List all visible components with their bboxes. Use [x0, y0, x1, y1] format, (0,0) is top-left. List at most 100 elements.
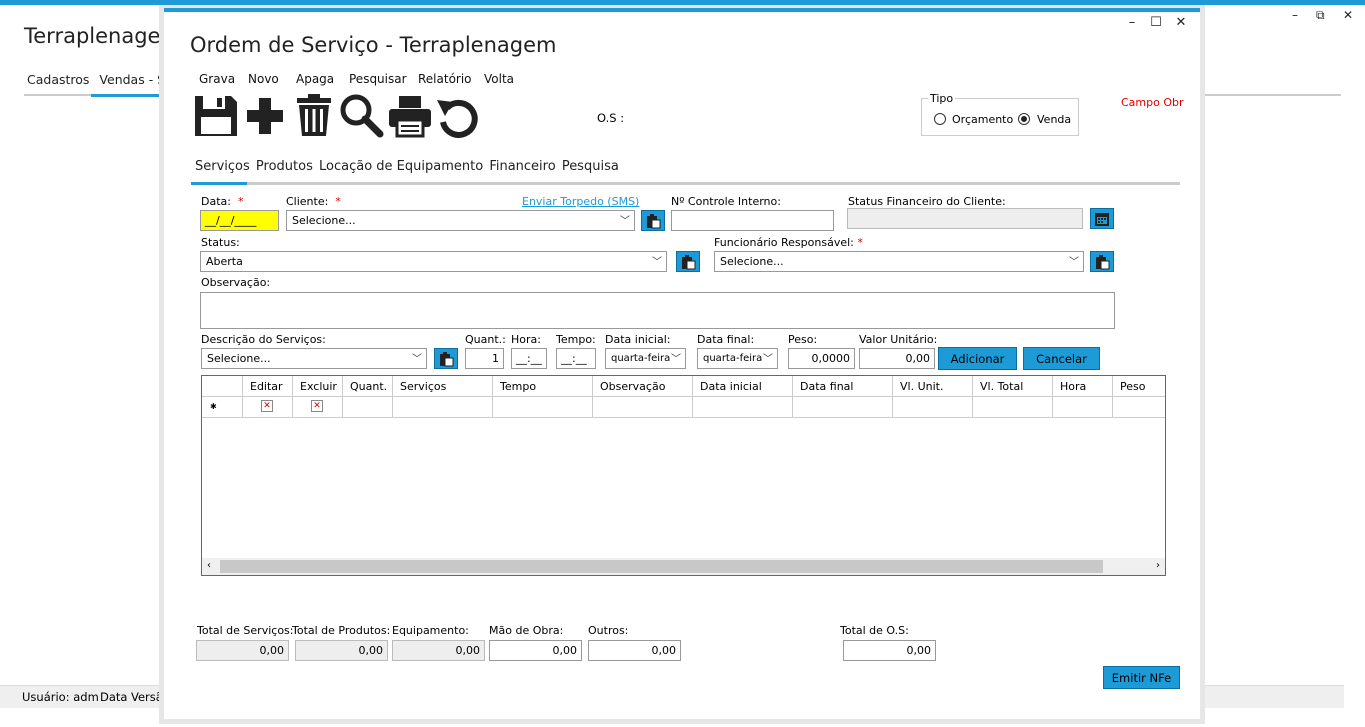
tempo-label: Tempo: [556, 333, 596, 346]
outros-field[interactable]: 0,00 [588, 640, 681, 661]
hora-field[interactable]: __:__ [511, 348, 547, 369]
services-grid[interactable]: Editar Excluir Quant. Serviços Tempo Obs… [201, 375, 1166, 576]
app-menu-cadastros[interactable]: Cadastros [27, 72, 89, 87]
horizontal-scrollbar[interactable]: ‹ › [202, 558, 1165, 575]
scroll-left-icon[interactable]: ‹ [207, 560, 211, 571]
total-produtos-label: Total de Produtos: [292, 624, 391, 637]
observacao-field[interactable] [200, 292, 1115, 329]
undo-icon[interactable] [435, 92, 481, 138]
descricao-select[interactable]: Selecione... ﹀ [201, 348, 427, 369]
dialog-title: Ordem de Serviço - Terraplenagem [190, 33, 557, 57]
grid-header-quant[interactable]: Quant. [343, 376, 393, 397]
grid-cell[interactable] [793, 397, 893, 418]
equipamento-label: Equipamento: [392, 624, 469, 637]
grid-cell[interactable] [593, 397, 693, 418]
grid-header-peso[interactable]: Peso [1113, 376, 1165, 397]
grid-header-editar[interactable]: Editar [243, 376, 293, 397]
menu-relatorio[interactable]: Relatório [418, 72, 472, 86]
grid-cell-editar[interactable]: ✕ [243, 397, 293, 418]
grid-cell[interactable] [1113, 397, 1165, 418]
valor-unitario-field[interactable]: 0,00 [859, 348, 935, 369]
status-financeiro-field [847, 208, 1083, 229]
radio-venda-label[interactable]: Venda [1037, 113, 1071, 126]
table-row[interactable]: ✱ [202, 397, 243, 418]
chevron-down-icon: ﹀ [671, 354, 681, 365]
menu-pesquisar[interactable]: Pesquisar [349, 72, 407, 86]
os-label: O.S : [597, 111, 625, 125]
trash-icon[interactable] [291, 92, 337, 138]
tab-pesquisa[interactable]: Pesquisa [562, 159, 619, 174]
cliente-clipboard-button[interactable] [641, 210, 665, 231]
cliente-label: Cliente: * [286, 195, 341, 208]
app-close-button[interactable]: ✕ [1343, 8, 1353, 22]
emitir-nfe-button[interactable]: Emitir NFe [1103, 666, 1180, 689]
menu-novo[interactable]: Novo [248, 72, 279, 86]
status-financeiro-calendar-button[interactable] [1090, 208, 1114, 229]
grid-header-hora[interactable]: Hora [1053, 376, 1113, 397]
save-icon[interactable] [193, 92, 239, 138]
grid-cell-excluir[interactable]: ✕ [293, 397, 343, 418]
funcionario-select[interactable]: Selecione... ﹀ [714, 251, 1084, 272]
equipamento-field: 0,00 [392, 640, 485, 661]
delete-checkbox-icon[interactable]: ✕ [311, 400, 323, 412]
tab-bar: Serviços Produtos Locação de Equipamento… [190, 159, 619, 174]
status-select-value: Aberta [206, 255, 243, 268]
minimize-button[interactable]: – [1124, 15, 1140, 30]
scrollbar-thumb[interactable] [220, 560, 1103, 573]
grid-cell[interactable] [393, 397, 493, 418]
campo-obrigatorio-note: Campo Obr [1121, 96, 1184, 109]
menu-grava[interactable]: Grava [199, 72, 235, 86]
grid-header-tempo[interactable]: Tempo [493, 376, 593, 397]
data-field[interactable]: __/__/____ [200, 210, 279, 231]
tab-financeiro[interactable]: Financeiro [489, 159, 555, 174]
data-final-picker[interactable]: quarta-feira ﹀ [697, 348, 778, 369]
grid-header-vl-unit[interactable]: Vl. Unit. [893, 376, 973, 397]
search-icon[interactable] [338, 92, 384, 138]
menu-apaga[interactable]: Apaga [296, 72, 334, 86]
grid-cell[interactable] [493, 397, 593, 418]
grid-cell[interactable] [693, 397, 793, 418]
cliente-select[interactable]: Selecione... ﹀ [286, 210, 635, 231]
mao-de-obra-field[interactable]: 0,00 [489, 640, 582, 661]
tab-produtos[interactable]: Produtos [256, 159, 313, 174]
data-inicial-picker[interactable]: quarta-feira ﹀ [605, 348, 686, 369]
grid-cell[interactable] [973, 397, 1053, 418]
status-select[interactable]: Aberta ﹀ [200, 251, 667, 272]
grid-cell[interactable] [893, 397, 973, 418]
grid-header-data-inicial[interactable]: Data inicial [693, 376, 793, 397]
descricao-clipboard-button[interactable] [434, 348, 458, 369]
controle-label: Nº Controle Interno: [671, 195, 781, 208]
radio-orcamento-label[interactable]: Orçamento [952, 113, 1013, 126]
plus-icon[interactable] [242, 92, 288, 138]
peso-field[interactable]: 0,0000 [788, 348, 855, 369]
grid-header-observacao[interactable]: Observação [593, 376, 693, 397]
grid-header-servicos[interactable]: Serviços [393, 376, 493, 397]
radio-orcamento[interactable] [934, 113, 946, 125]
grid-header-data-final[interactable]: Data final [793, 376, 893, 397]
enviar-torpedo-link[interactable]: Enviar Torpedo (SMS) [522, 195, 639, 208]
clipboard-icon [647, 213, 661, 228]
scroll-right-icon[interactable]: › [1156, 560, 1160, 571]
funcionario-clipboard-button[interactable] [1090, 251, 1114, 272]
status-clipboard-button[interactable] [676, 251, 700, 272]
maximize-button[interactable]: ☐ [1148, 15, 1164, 30]
print-icon[interactable] [387, 92, 433, 138]
menu-volta[interactable]: Volta [484, 72, 514, 86]
app-minimize-button[interactable]: – [1292, 8, 1298, 22]
radio-venda[interactable] [1018, 113, 1030, 125]
close-button[interactable]: ✕ [1173, 15, 1189, 30]
controle-field[interactable] [671, 210, 834, 231]
status-financeiro-label: Status Financeiro do Cliente: [848, 195, 1006, 208]
adicionar-button[interactable]: Adicionar [938, 347, 1017, 370]
grid-cell[interactable] [343, 397, 393, 418]
app-restore-button[interactable]: ⧉ [1316, 8, 1325, 23]
grid-header-vl-total[interactable]: Vl. Total [973, 376, 1053, 397]
grid-header-excluir[interactable]: Excluir [293, 376, 343, 397]
grid-cell[interactable] [1053, 397, 1113, 418]
edit-checkbox-icon[interactable]: ✕ [261, 400, 273, 412]
quant-field[interactable]: 1 [465, 348, 504, 369]
tab-servicos[interactable]: Serviços [195, 159, 250, 174]
tab-locacao[interactable]: Locação de Equipamento [319, 159, 483, 174]
tempo-field[interactable]: __:__ [556, 348, 596, 369]
cancelar-button[interactable]: Cancelar [1023, 347, 1100, 370]
